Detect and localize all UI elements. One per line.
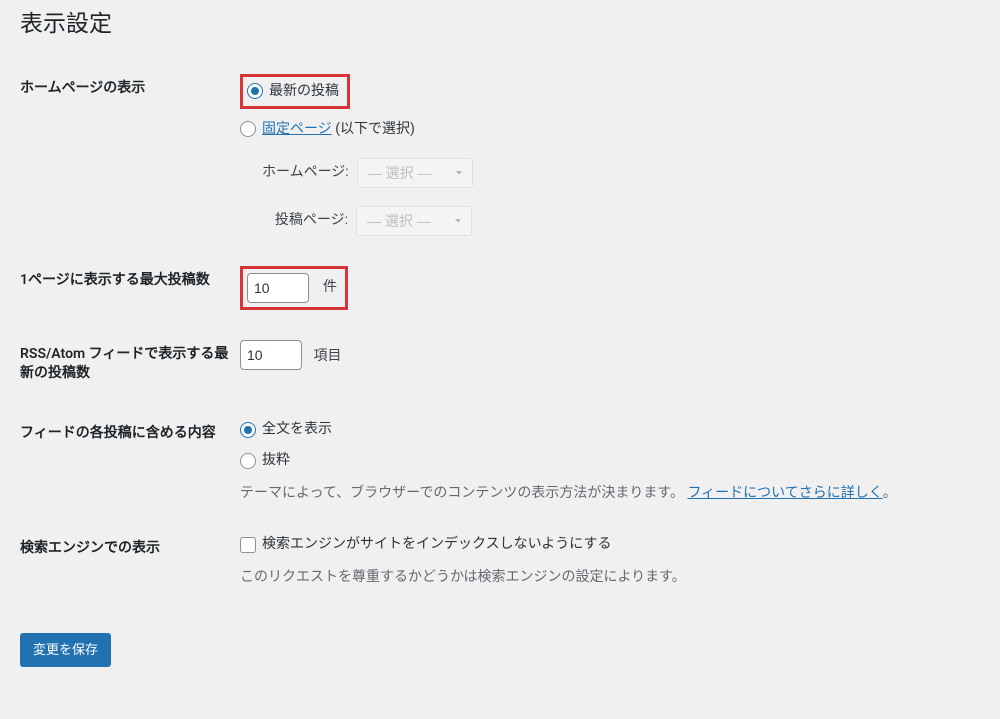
highlight-latest-posts: 最新の投稿 xyxy=(240,74,350,109)
posts-page-select[interactable]: — 選択 — xyxy=(356,206,472,236)
feed-desc-post: 。 xyxy=(883,485,897,501)
rss-heading: RSS/Atom フィードで表示する最新の投稿数 xyxy=(20,325,240,404)
radio-latest-posts-label: 最新の投稿 xyxy=(269,81,339,102)
radio-feed-full-label: 全文を表示 xyxy=(262,419,332,440)
rss-items-unit: 項目 xyxy=(313,348,341,364)
feed-content-desc: テーマによって、ブラウザーでのコンテンツの表示方法が決まります。 フィードについ… xyxy=(240,483,970,504)
radio-feed-full[interactable] xyxy=(240,422,256,438)
radio-static-page-label: 固定ページ (以下で選択) xyxy=(262,119,415,140)
radio-feed-excerpt[interactable] xyxy=(240,453,256,469)
posts-per-page-input[interactable] xyxy=(247,273,309,303)
feed-desc-pre: テーマによって、ブラウザーでのコンテンツの表示方法が決まります。 xyxy=(240,485,684,501)
front-page-select[interactable]: — 選択 — xyxy=(357,158,473,188)
feed-content-heading: フィードの各投稿に含める内容 xyxy=(20,404,240,519)
search-engine-checkbox-label: 検索エンジンがサイトをインデックスしないようにする xyxy=(262,534,611,555)
rss-items-input[interactable] xyxy=(240,340,302,370)
highlight-posts-per-page: 件 xyxy=(240,266,348,310)
static-page-suffix: (以下で選択) xyxy=(332,121,415,137)
radio-static-page[interactable] xyxy=(240,121,256,137)
save-changes-button[interactable]: 変更を保存 xyxy=(20,633,111,667)
radio-latest-posts[interactable] xyxy=(247,83,263,99)
homepage-heading: ホームページの表示 xyxy=(20,59,240,251)
radio-feed-excerpt-label: 抜粋 xyxy=(262,450,290,471)
search-engine-checkbox[interactable] xyxy=(240,537,256,553)
front-page-sublabel: ホームページ: xyxy=(262,162,349,183)
posts-page-sublabel: 投稿ページ: xyxy=(262,210,348,231)
feed-learn-more-link[interactable]: フィードについてさらに詳しく xyxy=(687,485,882,501)
posts-per-page-unit: 件 xyxy=(323,277,337,298)
posts-per-page-heading: 1ページに表示する最大投稿数 xyxy=(20,251,240,325)
search-engine-heading: 検索エンジンでの表示 xyxy=(20,519,240,603)
settings-table: ホームページの表示 最新の投稿 固定ページ (以下で選択) xyxy=(20,59,980,603)
search-engine-desc: このリクエストを尊重するかどうかは検索エンジンの設定によります。 xyxy=(240,567,970,588)
page-title: 表示設定 xyxy=(20,0,980,59)
static-page-link[interactable]: 固定ページ xyxy=(262,121,332,137)
